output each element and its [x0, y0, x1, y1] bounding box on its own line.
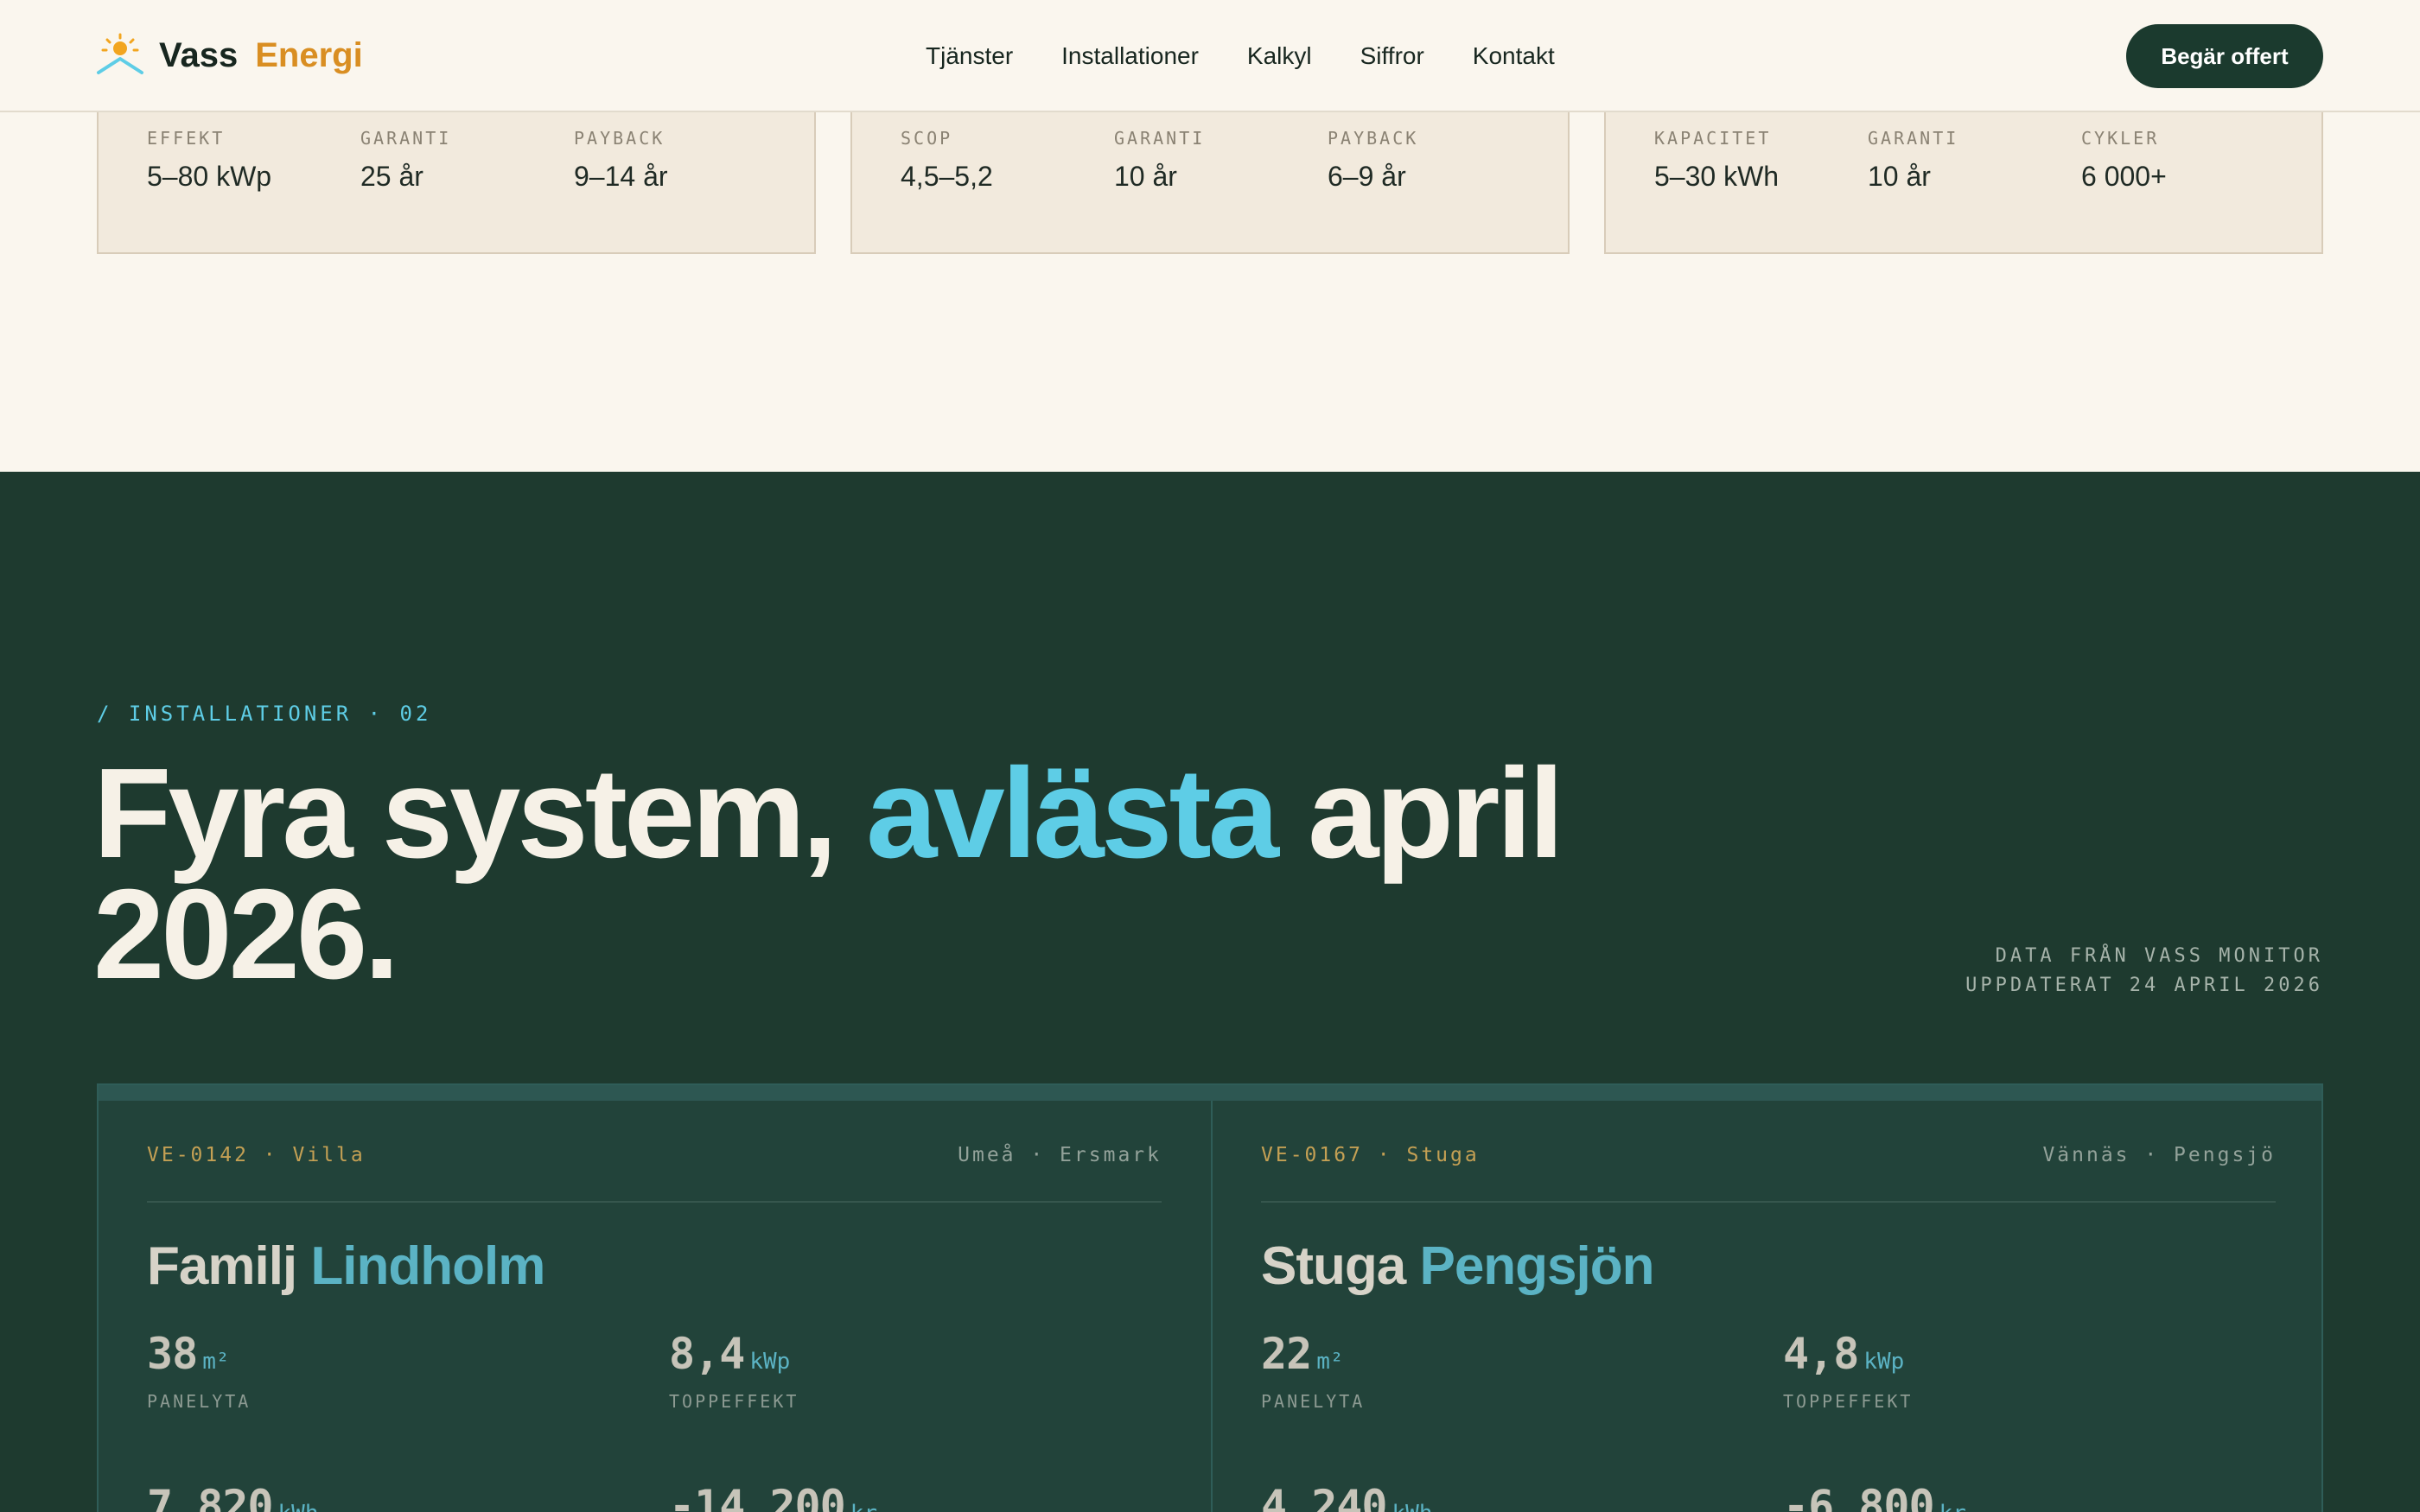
installation-name: Familj Lindholm	[147, 1236, 545, 1297]
metric-value: 38	[147, 1329, 198, 1379]
nav-link-kalkyl[interactable]: Kalkyl	[1247, 40, 1312, 73]
spec-label: PAYBACK	[1328, 128, 1419, 149]
updated-line: UPPDATERAT 24 APRIL 2026	[1965, 975, 2323, 996]
sun-icon	[97, 33, 143, 74]
spec-value: 25 år	[360, 161, 424, 192]
spec-label: GARANTI	[1114, 128, 1206, 149]
installation-code: VE-0167 · Stuga	[1261, 1144, 1480, 1166]
headline-part: april	[1308, 742, 1564, 885]
metric-unit: kWp	[749, 1349, 791, 1375]
metric-panel-area: 38 m² PANELYTA	[147, 1329, 251, 1412]
section-headline: Fyra system, avlästa april 2026.	[93, 750, 1649, 999]
installation-location: Vännäs · Pengsjö	[2042, 1144, 2276, 1166]
spec-item: PAYBACK 6–9 år	[1328, 128, 1418, 193]
spec-item: KAPACITET 5–30 kWh	[1654, 128, 1779, 193]
spec-label: GARANTI	[360, 128, 452, 149]
metric-label: PANELYTA	[147, 1391, 252, 1412]
installation-card[interactable]: VE-0167 · Stuga Vännäs · Pengsjö Stuga P…	[1213, 1101, 2324, 1512]
nav-link-siffror[interactable]: Siffror	[1360, 40, 1424, 73]
metric-production: 7 820 kWh	[147, 1481, 318, 1512]
spec-value: 5–80 kWp	[147, 161, 272, 192]
metric-unit: m²	[202, 1349, 230, 1375]
nav-link-installationer[interactable]: Installationer	[1061, 40, 1199, 73]
installation-location: Umeå · Ersmark	[958, 1144, 1162, 1166]
installations-grid: VE-0142 · Villa Umeå · Ersmark Familj Li…	[97, 1083, 2323, 1512]
metric-peak-power: 4,8 kWp TOPPEFFEKT	[1783, 1329, 1913, 1412]
metric-label: PANELYTA	[1261, 1391, 1366, 1412]
spec-item: SCOP 4,5–5,2	[901, 128, 993, 193]
metric-unit: kWp	[1863, 1349, 1905, 1375]
metric-unit: kr	[1939, 1501, 1966, 1512]
metric-value: 4 240	[1261, 1481, 1388, 1512]
metric-value: 7 820	[147, 1481, 274, 1512]
request-quote-button[interactable]: Begär offert	[2126, 24, 2323, 88]
service-card-heatpump: SCOP 4,5–5,2 GARANTI 10 år PAYBACK 6–9 å…	[850, 104, 1570, 254]
spec-item: EFFEKT 5–80 kWp	[147, 128, 271, 193]
metric-unit: kr	[850, 1501, 877, 1512]
spec-label: PAYBACK	[574, 128, 666, 149]
spec-value: 4,5–5,2	[901, 161, 993, 192]
site-header: Vass Energi Tjänster Installationer Kalk…	[0, 0, 2420, 112]
source-line: DATA FRÅN VASS MONITOR	[1995, 945, 2323, 967]
metric-production: 4 240 kWh	[1261, 1481, 1432, 1512]
installation-name-second: Lindholm	[310, 1236, 545, 1296]
data-source-note: DATA FRÅN VASS MONITOR UPPDATERAT 24 APR…	[1965, 942, 2323, 1001]
metric-value: -6 800	[1783, 1481, 1935, 1512]
installation-card[interactable]: VE-0142 · Villa Umeå · Ersmark Familj Li…	[99, 1101, 1210, 1512]
installation-card-header: VE-0142 · Villa Umeå · Ersmark	[147, 1144, 1162, 1203]
metric-value: -14 200	[669, 1481, 846, 1512]
metric-peak-power: 8,4 kWp TOPPEFFEKT	[669, 1329, 799, 1412]
spec-label: EFFEKT	[147, 128, 226, 149]
installation-name-second: Pengsjön	[1419, 1236, 1654, 1296]
metric-savings: -6 800 kr	[1783, 1481, 1966, 1512]
metric-unit: m²	[1316, 1349, 1344, 1375]
spec-label: KAPACITET	[1654, 128, 1772, 149]
spec-item: GARANTI 10 år	[1868, 128, 1958, 193]
spec-value: 6–9 år	[1328, 161, 1406, 192]
installation-code: VE-0142 · Villa	[147, 1144, 366, 1166]
spec-value: 10 år	[1114, 161, 1177, 192]
spec-item: CYKLER 6 000+	[2081, 128, 2167, 193]
spec-value: 9–14 år	[574, 161, 668, 192]
brand-name-accent: Energi	[255, 35, 363, 74]
metric-panel-area: 22 m² PANELYTA	[1261, 1329, 1365, 1412]
metric-value: 4,8	[1783, 1329, 1859, 1379]
brand-logo[interactable]: Vass Energi	[95, 31, 363, 79]
spec-item: GARANTI 10 år	[1114, 128, 1205, 193]
nav-link-tjanster[interactable]: Tjänster	[926, 40, 1013, 73]
service-card-solar: EFFEKT 5–80 kWp GARANTI 25 år PAYBACK 9–…	[97, 104, 816, 254]
metric-label: TOPPEFFEKT	[1783, 1391, 1914, 1412]
spec-item: PAYBACK 9–14 år	[574, 128, 668, 193]
installation-card-header: VE-0167 · Stuga Vännäs · Pengsjö	[1261, 1144, 2276, 1203]
installation-name-first: Familj	[147, 1236, 297, 1296]
brand-name: Vass	[159, 35, 239, 74]
main-nav: Tjänster Installationer Kalkyl Siffror K…	[926, 40, 1603, 73]
installation-name-first: Stuga	[1261, 1236, 1406, 1296]
service-card-battery: KAPACITET 5–30 kWh GARANTI 10 år CYKLER …	[1604, 104, 2323, 254]
spec-label: CYKLER	[2081, 128, 2160, 149]
headline-year: 2026.	[93, 863, 399, 1006]
metric-savings: -14 200 kr	[669, 1481, 877, 1512]
nav-link-kontakt[interactable]: Kontakt	[1473, 40, 1555, 73]
spec-value: 5–30 kWh	[1654, 161, 1780, 192]
installation-name: Stuga Pengsjön	[1261, 1236, 1655, 1297]
panel-topbar	[99, 1085, 2321, 1101]
spec-value: 10 år	[1868, 161, 1931, 192]
spec-item: GARANTI 25 år	[360, 128, 451, 193]
metric-unit: kWh	[1392, 1501, 1433, 1512]
metric-label: TOPPEFFEKT	[669, 1391, 799, 1412]
metric-value: 8,4	[669, 1329, 745, 1379]
spec-label: SCOP	[901, 128, 953, 149]
headline-accent: avlästa	[866, 742, 1279, 885]
metric-unit: kWh	[278, 1501, 319, 1512]
spec-label: GARANTI	[1868, 128, 1959, 149]
section-eyebrow: / INSTALLATIONER · 02	[97, 702, 432, 726]
spec-value: 6 000+	[2081, 161, 2167, 192]
metric-value: 22	[1261, 1329, 1312, 1379]
